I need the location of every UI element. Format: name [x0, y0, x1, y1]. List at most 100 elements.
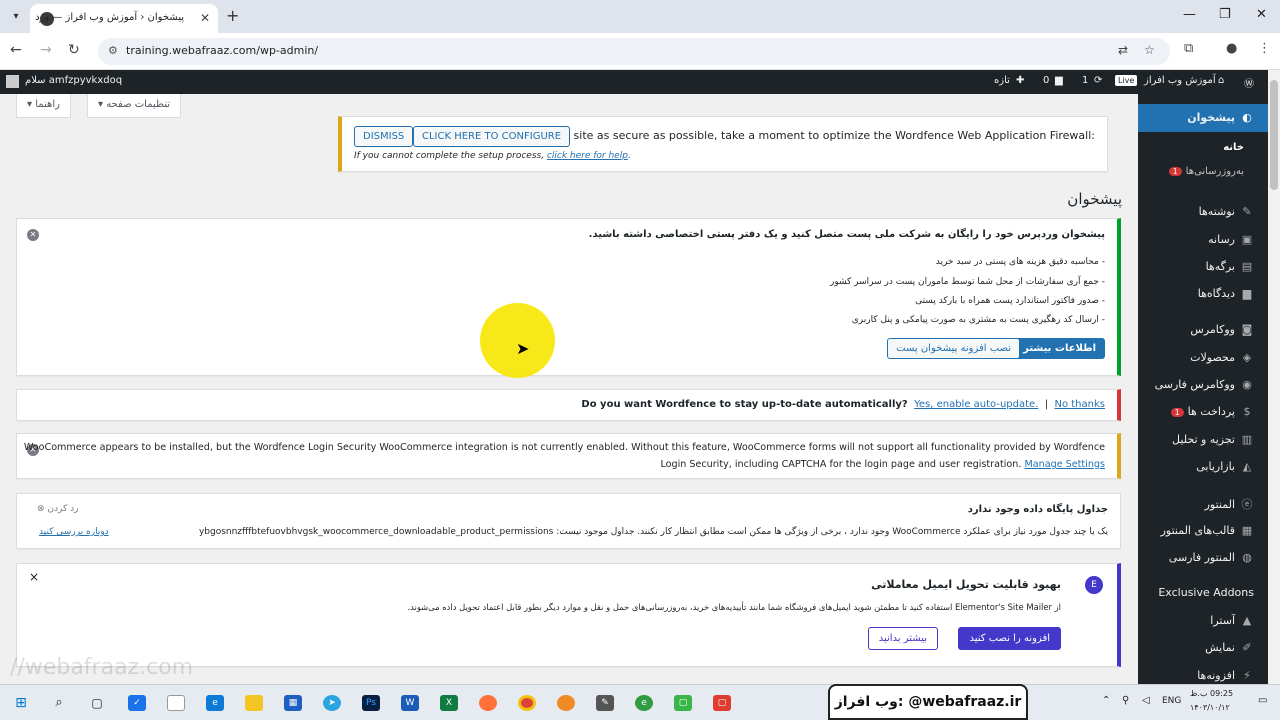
sidebar-item-comments[interactable]: ▆ دیدگاه‌ها: [1198, 287, 1254, 300]
volume-icon[interactable]: ◁: [1142, 695, 1150, 706]
dismiss-button[interactable]: DISMISS: [354, 126, 414, 147]
clock-time[interactable]: 09:25 ب.ظ: [1190, 689, 1233, 698]
site-name[interactable]: آموزش وب افراز: [1144, 75, 1216, 86]
forward-icon[interactable]: →: [40, 42, 52, 58]
more-info-button[interactable]: اطلاعات بیشتر: [1014, 338, 1105, 359]
minimize-icon[interactable]: —: [1183, 7, 1196, 22]
sidebar-item-marketing[interactable]: ◭ بازاریابی: [1196, 460, 1254, 473]
manage-settings-link[interactable]: Manage Settings: [1024, 459, 1105, 470]
excel-icon[interactable]: X: [440, 695, 458, 711]
admin-sidebar: ◐پیشخوان خانه به‌روزرسانی‌ها1 ✎نوشته‌ها …: [1138, 94, 1268, 684]
user-avatar[interactable]: [6, 75, 19, 88]
no-thanks-link[interactable]: No thanks: [1054, 399, 1105, 410]
sidebar-sub-updates[interactable]: به‌روزرسانی‌ها1: [1168, 166, 1244, 177]
recorder-icon[interactable]: ▢: [713, 695, 731, 711]
help-button[interactable]: راهنما ▾: [16, 94, 71, 118]
sidebar-item-elementor-templates[interactable]: ▦ قالب‌های المنتور: [1161, 524, 1254, 537]
chrome-icon[interactable]: [518, 695, 536, 711]
task-view-icon[interactable]: ▢: [88, 695, 106, 711]
store-icon[interactable]: ▦: [284, 695, 302, 711]
analytics-icon: ▥: [1241, 433, 1253, 446]
notification-icon[interactable]: ▭: [1258, 695, 1267, 706]
maximize-icon[interactable]: ❐: [1219, 7, 1231, 22]
extensions-icon[interactable]: ⧉: [1184, 41, 1193, 56]
telegram-icon[interactable]: ➤: [323, 695, 341, 711]
user-greeting[interactable]: سلام amfzpyvkxdoq: [25, 75, 122, 86]
sidebar-item-persian-woocommerce[interactable]: ◉ ووکامرس فارسی: [1155, 378, 1254, 391]
address-bar[interactable]: ⚙ training.webafraaz.com/wp-admin/ ⇄ ☆: [98, 38, 1170, 65]
comments-count[interactable]: 0: [1043, 75, 1049, 86]
network-icon[interactable]: ⚲: [1122, 695, 1129, 706]
photoshop-icon[interactable]: Ps: [362, 695, 380, 711]
tab-search-icon[interactable]: ▾: [6, 7, 26, 27]
bookmark-star-icon[interactable]: ☆: [1144, 43, 1155, 57]
page-scrollbar[interactable]: [1268, 70, 1280, 684]
site-info-icon[interactable]: ⚙: [108, 44, 118, 57]
translate-icon[interactable]: ⇄: [1118, 43, 1128, 57]
edge-icon[interactable]: e: [206, 695, 224, 711]
close-notice-icon[interactable]: ×: [29, 570, 39, 584]
db-dismiss-label[interactable]: رد کردن: [47, 504, 78, 514]
camtasia-icon[interactable]: ▢: [674, 695, 692, 711]
window-close-icon[interactable]: ✕: [1256, 7, 1267, 22]
sidebar-item-astra[interactable]: ▲ آسترا: [1210, 614, 1254, 627]
new-content-label[interactable]: تازه: [994, 75, 1010, 86]
scrollbar-thumb[interactable]: [1270, 80, 1278, 190]
sidebar-item-payments[interactable]: $ پرداخت ها1: [1170, 405, 1254, 418]
browser-tab-active[interactable]: پیشخوان ‹ آموزش وب افراز — ورد ✕: [30, 4, 218, 33]
screen-options-button[interactable]: تنظیمات صفحه ▾: [87, 94, 182, 118]
astra-icon: ▲: [1242, 614, 1252, 627]
recheck-link[interactable]: دوباره بررسی کنید: [39, 527, 109, 537]
app-globe-icon[interactable]: e: [635, 695, 653, 711]
search-icon[interactable]: ⌕: [50, 695, 68, 711]
waf-help-link[interactable]: click here for help: [547, 151, 628, 161]
updates-refresh-icon[interactable]: ⟳: [1094, 75, 1102, 86]
tab-close-icon[interactable]: ✕: [200, 11, 210, 25]
install-post-plugin-button[interactable]: نصب افزونه پیشخوان پست: [887, 338, 1020, 359]
learn-more-button[interactable]: بیشتر بدانید: [867, 627, 938, 650]
language-indicator[interactable]: ENG: [1162, 696, 1181, 706]
app-tool-icon[interactable]: ✎: [596, 695, 614, 711]
app-icon[interactable]: ✓: [128, 695, 146, 711]
reload-icon[interactable]: ↻: [68, 42, 80, 58]
sidebar-item-pages[interactable]: ▤ برگه‌ها: [1206, 260, 1254, 273]
db-dismiss-icon[interactable]: ⊗: [37, 504, 45, 514]
install-site-mailer-button[interactable]: افزونه را نصب کنید: [958, 627, 1061, 650]
sidebar-item-woocommerce[interactable]: ◙ ووکامرس: [1190, 323, 1254, 336]
home-icon[interactable]: ⌂: [1218, 75, 1224, 86]
tray-chevron-icon[interactable]: ⌃: [1102, 695, 1110, 706]
back-icon[interactable]: ←: [10, 42, 22, 58]
sidebar-item-label: نوشته‌ها: [1198, 205, 1235, 218]
windows-start-icon[interactable]: ⊞: [12, 695, 30, 711]
sidebar-item-analytics[interactable]: ▥ تجزیه و تحلیل: [1172, 433, 1254, 446]
app-orange-icon[interactable]: [557, 695, 575, 711]
menu-kebab-icon[interactable]: ⋮: [1258, 41, 1271, 56]
comment-bubble-icon[interactable]: ▆: [1055, 75, 1063, 86]
persian-elementor-icon: ◍: [1242, 551, 1252, 564]
clock-date[interactable]: ۱۴۰۳/۱۰/۱۲: [1190, 703, 1230, 712]
plus-icon[interactable]: ✚: [1016, 75, 1024, 86]
wordpress-logo-icon[interactable]: Ⓦ: [1244, 75, 1254, 90]
wordfence-waf-notice: To make your site as secure as possible,…: [338, 116, 1108, 172]
enable-autoupdate-link[interactable]: Yes, enable auto-update.: [914, 399, 1038, 410]
waf-help-prefix: If you cannot complete the setup process…: [354, 151, 545, 161]
word-icon[interactable]: W: [401, 695, 419, 711]
sidebar-item-persian-elementor[interactable]: ◍ المنتور فارسی: [1169, 551, 1254, 564]
file-explorer-icon[interactable]: [245, 695, 263, 711]
sidebar-item-appearance[interactable]: ✐ نمایش: [1205, 641, 1254, 654]
firefox-icon[interactable]: [479, 695, 497, 711]
sidebar-item-exclusive-addons[interactable]: Exclusive Addons: [1158, 586, 1254, 599]
profile-icon[interactable]: ●: [1226, 41, 1237, 56]
configure-button[interactable]: CLICK HERE TO CONFIGURE: [413, 126, 571, 147]
sidebar-item-posts[interactable]: ✎ نوشته‌ها: [1199, 205, 1254, 218]
sidebar-item-products[interactable]: ◈ محصولات: [1190, 351, 1254, 364]
elementor-logo-icon: E: [1085, 576, 1103, 594]
sidebar-item-media[interactable]: ▣ رسانه: [1208, 233, 1254, 246]
updates-count[interactable]: 1: [1082, 75, 1088, 86]
file-icon[interactable]: [167, 695, 185, 711]
sidebar-item-elementor[interactable]: ⓔ المنتور: [1205, 496, 1254, 512]
sidebar-item-plugins[interactable]: ⚡ افزونه‌ها: [1197, 669, 1254, 682]
dismiss-notice-icon[interactable]: ✕: [27, 229, 39, 241]
new-tab-icon[interactable]: +: [226, 6, 239, 25]
sidebar-sub-home[interactable]: خانه: [1223, 142, 1244, 153]
